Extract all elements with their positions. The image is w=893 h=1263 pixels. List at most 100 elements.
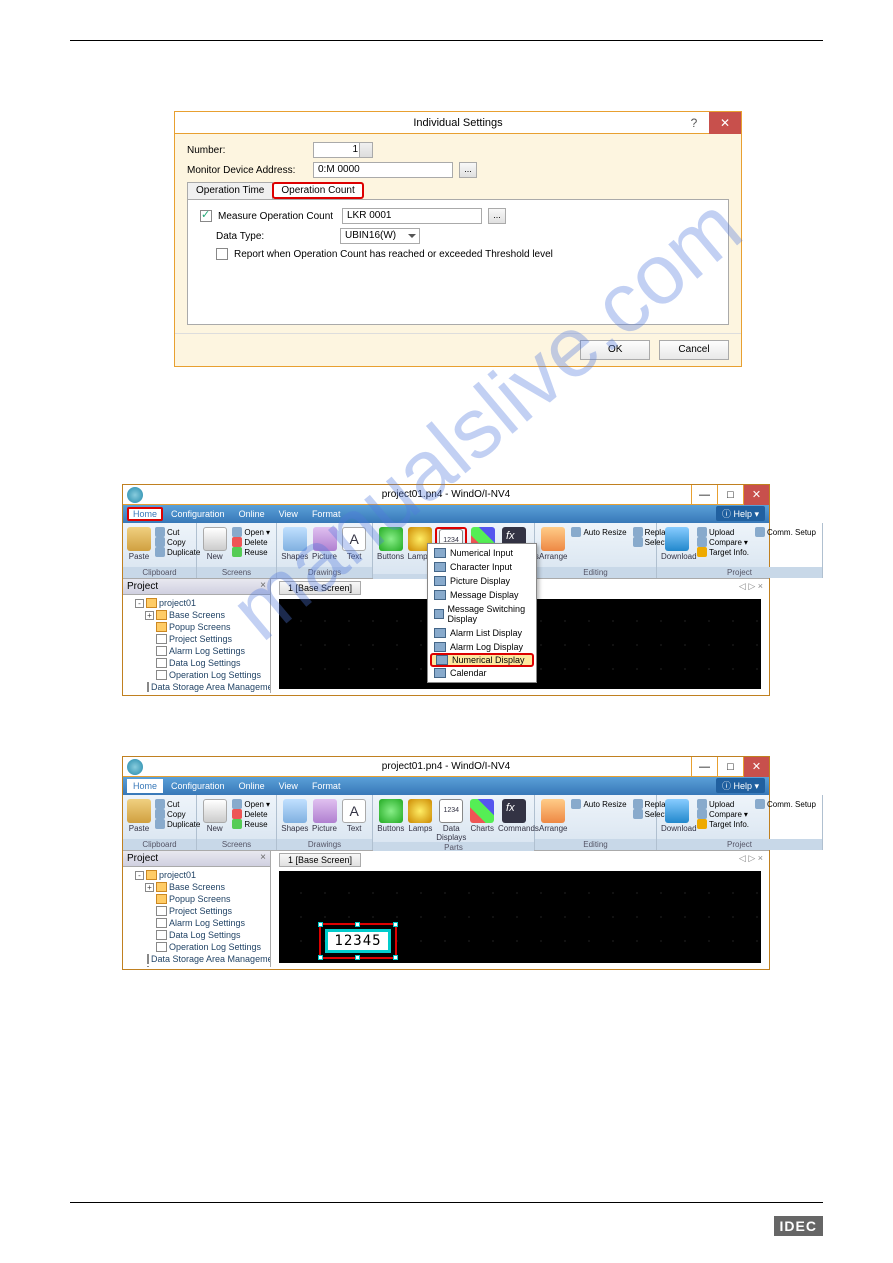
- dd-alarm-list[interactable]: Alarm List Display: [428, 626, 536, 640]
- tree-project-settings[interactable]: Project Settings: [127, 633, 266, 645]
- cut-button-3[interactable]: Cut: [153, 799, 202, 809]
- design-canvas-3[interactable]: 12345: [279, 871, 761, 963]
- buttons-part[interactable]: Buttons: [377, 527, 404, 561]
- window-close-button-3[interactable]: ✕: [743, 757, 769, 777]
- measure-count-input[interactable]: LKR 0001: [342, 208, 482, 224]
- menu-home-3[interactable]: Home: [127, 779, 163, 793]
- maximize-button[interactable]: □: [717, 485, 743, 505]
- monitor-address-browse[interactable]: ...: [459, 162, 477, 178]
- tree-operation-log-3[interactable]: Operation Log Settings: [127, 941, 266, 953]
- tree-root[interactable]: -project01: [127, 597, 266, 609]
- minimize-button[interactable]: —: [691, 485, 717, 505]
- measure-count-checkbox[interactable]: [200, 210, 212, 222]
- menu-online[interactable]: Online: [233, 507, 271, 521]
- tree-root-3[interactable]: -project01: [127, 869, 266, 881]
- dd-numerical-input[interactable]: Numerical Input: [428, 546, 536, 560]
- tree-preventive-3[interactable]: Preventive Maintenance Settings: [127, 965, 266, 967]
- delete-screen-button[interactable]: Delete: [230, 537, 272, 547]
- menu-online-3[interactable]: Online: [233, 779, 271, 793]
- tree-base-screens-3[interactable]: +Base Screens: [127, 881, 266, 893]
- resize-handle[interactable]: [393, 922, 398, 927]
- target-info-button[interactable]: Target Info.: [695, 547, 751, 557]
- close-button[interactable]: ✕: [709, 112, 741, 134]
- design-canvas[interactable]: Numerical Input Character Input Picture …: [279, 599, 761, 689]
- resize-handle[interactable]: [355, 922, 360, 927]
- tab-operation-count[interactable]: Operation Count: [272, 182, 363, 199]
- datatype-combo[interactable]: UBIN16(W): [340, 228, 420, 244]
- autoresize-button[interactable]: Auto Resize: [569, 527, 628, 537]
- tree-operation-log[interactable]: Operation Log Settings: [127, 669, 266, 681]
- shapes-button-3[interactable]: Shapes: [281, 799, 309, 833]
- download-button-3[interactable]: Download: [661, 799, 693, 833]
- target-info-button-3[interactable]: Target Info.: [695, 819, 751, 829]
- menu-format-3[interactable]: Format: [306, 779, 347, 793]
- comm-setup-button[interactable]: Comm. Setup: [753, 527, 818, 537]
- cancel-button[interactable]: Cancel: [659, 340, 729, 360]
- duplicate-button-3[interactable]: Duplicate: [153, 819, 202, 829]
- menu-configuration[interactable]: Configuration: [165, 507, 231, 521]
- canvas-tab[interactable]: 1 [Base Screen]: [279, 581, 361, 595]
- reuse-screen-button[interactable]: Reuse: [230, 547, 272, 557]
- monitor-address-input[interactable]: 0:M 0000: [313, 162, 453, 178]
- copy-button-3[interactable]: Copy: [153, 809, 202, 819]
- upload-button[interactable]: Upload: [695, 527, 751, 537]
- help-button[interactable]: ?: [683, 112, 705, 134]
- dd-message-switching[interactable]: Message Switching Display: [428, 602, 536, 626]
- download-button[interactable]: Download: [661, 527, 693, 561]
- arrange-button-3[interactable]: Arrange: [539, 799, 567, 833]
- dd-alarm-log[interactable]: Alarm Log Display: [428, 640, 536, 654]
- report-threshold-checkbox[interactable]: [216, 248, 228, 260]
- menu-home[interactable]: Home: [127, 507, 163, 521]
- tree-project-settings-3[interactable]: Project Settings: [127, 905, 266, 917]
- tree-data-storage-3[interactable]: Data Storage Area Management: [127, 953, 266, 965]
- charts-part-3[interactable]: Charts: [468, 799, 496, 833]
- open-screen-button-3[interactable]: Open ▾: [230, 799, 272, 809]
- open-screen-button[interactable]: Open ▾: [230, 527, 272, 537]
- measure-count-browse[interactable]: ...: [488, 208, 506, 224]
- window-close-button[interactable]: ✕: [743, 485, 769, 505]
- comm-setup-button-3[interactable]: Comm. Setup: [753, 799, 818, 809]
- dd-picture-display[interactable]: Picture Display: [428, 574, 536, 588]
- tree-alarm-log[interactable]: Alarm Log Settings: [127, 645, 266, 657]
- resize-handle[interactable]: [355, 955, 360, 960]
- delete-screen-button-3[interactable]: Delete: [230, 809, 272, 819]
- text-button[interactable]: AText: [340, 527, 368, 561]
- picture-button-3[interactable]: Picture: [311, 799, 339, 833]
- tree-alarm-log-3[interactable]: Alarm Log Settings: [127, 917, 266, 929]
- canvas-tab-3[interactable]: 1 [Base Screen]: [279, 853, 361, 867]
- dd-numerical-display[interactable]: Numerical Display: [430, 653, 534, 667]
- menu-view[interactable]: View: [273, 507, 304, 521]
- tree-data-log-3[interactable]: Data Log Settings: [127, 929, 266, 941]
- dd-calendar[interactable]: Calendar: [428, 666, 536, 680]
- commands-part-3[interactable]: Commands: [498, 799, 530, 833]
- new-screen-button-3[interactable]: New: [201, 799, 228, 833]
- menu-format[interactable]: Format: [306, 507, 347, 521]
- paste-button[interactable]: Paste: [127, 527, 151, 561]
- cut-button[interactable]: Cut: [153, 527, 202, 537]
- help-corner-3[interactable]: ⓘ Help ▾: [716, 778, 765, 793]
- upload-button-3[interactable]: Upload: [695, 799, 751, 809]
- minimize-button-3[interactable]: —: [691, 757, 717, 777]
- compare-button-3[interactable]: Compare ▾: [695, 809, 751, 819]
- tree-data-log[interactable]: Data Log Settings: [127, 657, 266, 669]
- copy-button[interactable]: Copy: [153, 537, 202, 547]
- ok-button[interactable]: OK: [580, 340, 650, 360]
- dd-character-input[interactable]: Character Input: [428, 560, 536, 574]
- paste-button-3[interactable]: Paste: [127, 799, 151, 833]
- compare-button[interactable]: Compare ▾: [695, 537, 751, 547]
- lamps-part-3[interactable]: Lamps: [407, 799, 435, 833]
- resize-handle[interactable]: [318, 922, 323, 927]
- maximize-button-3[interactable]: □: [717, 757, 743, 777]
- canvas-controls-3[interactable]: ◁ ▷ ×: [739, 853, 763, 864]
- menu-configuration-3[interactable]: Configuration: [165, 779, 231, 793]
- autoresize-button-3[interactable]: Auto Resize: [569, 799, 628, 809]
- buttons-part-3[interactable]: Buttons: [377, 799, 405, 833]
- tab-operation-time[interactable]: Operation Time: [187, 182, 273, 199]
- resize-handle[interactable]: [393, 955, 398, 960]
- text-button-3[interactable]: AText: [340, 799, 368, 833]
- numerical-display-object[interactable]: 12345: [319, 923, 397, 959]
- canvas-controls[interactable]: ◁ ▷ ×: [739, 581, 763, 592]
- tree-data-storage[interactable]: Data Storage Area Management: [127, 681, 266, 693]
- help-corner[interactable]: ⓘ Help ▾: [716, 506, 765, 521]
- tree-popup-screens-3[interactable]: Popup Screens: [127, 893, 266, 905]
